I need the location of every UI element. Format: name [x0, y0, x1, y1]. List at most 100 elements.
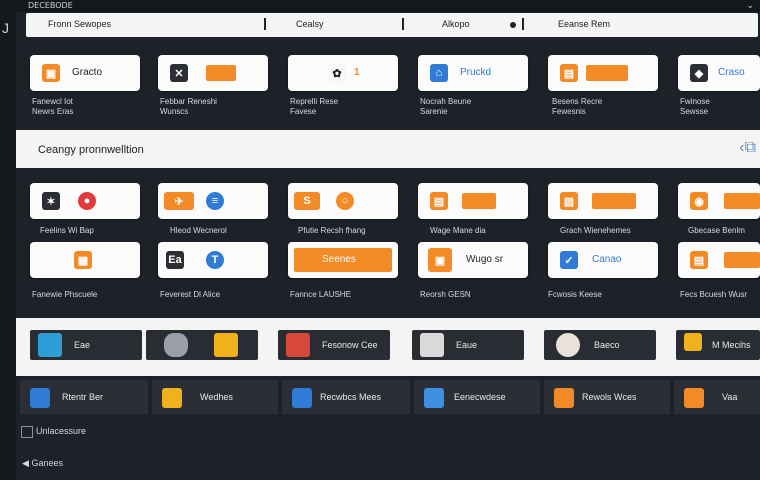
- grid-caption: Reorsh GESN: [420, 290, 471, 299]
- badge-icon: ✿: [328, 64, 346, 82]
- app-icon: ▤: [560, 64, 578, 82]
- checkbox[interactable]: [21, 426, 33, 438]
- app-icon: [684, 333, 702, 351]
- cloud-icon: [164, 333, 188, 357]
- grid-caption: Grach Wienehemes: [560, 226, 631, 235]
- grid-card-r1-1[interactable]: ✈ ≡: [158, 183, 268, 219]
- app-icon: [214, 333, 238, 357]
- rail-item-2[interactable]: Fesonow Cee: [278, 330, 390, 360]
- grid-card-r2-3[interactable]: ▣ Wugo sr: [418, 242, 528, 278]
- tab-1[interactable]: Cealsy: [296, 19, 324, 29]
- app-card-0[interactable]: ▣ Gracto: [30, 55, 140, 91]
- app-icon: [30, 388, 50, 408]
- grid-card-r2-2[interactable]: Seenes: [288, 242, 398, 278]
- grid-caption: Feelins Wi Bap: [40, 226, 94, 235]
- grid-caption: Fanewie Phscuele: [32, 290, 98, 299]
- rail-item-1[interactable]: [146, 330, 258, 360]
- rail-item-3[interactable]: Eaue: [412, 330, 524, 360]
- category-bar: Ceangy pronnwelltion ‹⧉: [16, 130, 760, 168]
- app-label: Seenes: [322, 254, 356, 265]
- grid-card-r2-1[interactable]: Ea T: [158, 242, 268, 278]
- chevron-icon[interactable]: ⌄: [746, 0, 754, 11]
- dot-icon: [510, 22, 516, 28]
- strip-item-1[interactable]: Wedhes: [152, 380, 278, 414]
- separator: [402, 18, 404, 30]
- grid-caption: Gbecase Benlm: [688, 226, 745, 235]
- rail-item-0[interactable]: Eae: [30, 330, 142, 360]
- tab-bar: Fronn Sewopes Cealsy Alkopo Eeanse Rem: [26, 13, 758, 37]
- app-icon: T: [206, 251, 224, 269]
- tools-icon: ✕: [170, 64, 188, 82]
- home-icon: ⌂: [430, 64, 448, 82]
- app-icon: [292, 388, 312, 408]
- label-pill: [462, 193, 496, 209]
- app-label: Pruckd: [460, 67, 492, 78]
- label-pill: [206, 65, 236, 81]
- separator: [522, 18, 524, 30]
- app-caption: Reprelli Rese Favese: [290, 97, 339, 116]
- app-icon: ▥: [560, 192, 578, 210]
- app-icon: ◆: [690, 64, 708, 82]
- app-row: ▣ Gracto ✕ ✿ 1 ⌂ Pruckd ▤ ◆ Craso Fanewc…: [16, 37, 760, 129]
- app-rail: Eae Fesonow Cee Eaue Baeco M Mecihs: [16, 318, 760, 376]
- app-icon: [420, 333, 444, 357]
- grid-card-r2-4[interactable]: ✓ Canao: [548, 242, 658, 278]
- app-icon: ●: [78, 192, 96, 210]
- app-caption: Fanewcl Iot Newrs Eras: [32, 97, 74, 116]
- strip-item-3[interactable]: Eenecwdese: [414, 380, 540, 414]
- grid-card-r1-5[interactable]: ◉: [678, 183, 760, 219]
- footer-label[interactable]: ◀ Ganees: [22, 458, 63, 469]
- grid-caption: Fecs Bcuesh Wusr: [680, 290, 747, 299]
- app-icon: Ea: [166, 251, 184, 269]
- strip-item-5[interactable]: Vaa: [674, 380, 760, 414]
- label-pill: [724, 252, 760, 268]
- rail-item-5[interactable]: M Mecihs: [676, 330, 760, 360]
- window-title: DECEBODE: [28, 1, 73, 10]
- app-caption: Febbar Reneshi Wunscs: [160, 97, 217, 116]
- nav-arrows-icon[interactable]: ‹⧉: [739, 139, 756, 157]
- grid-caption: Pfutie Recsh fhang: [298, 226, 366, 235]
- app-icon: ▤: [430, 192, 448, 210]
- back-icon: ◀: [22, 458, 29, 468]
- tab-2[interactable]: Alkopo: [442, 19, 470, 29]
- menu-icon[interactable]: J: [2, 20, 9, 36]
- grid-caption: Fcwosis Keese: [548, 290, 602, 299]
- tab-0[interactable]: Fronn Sewopes: [48, 19, 111, 29]
- avatar: [556, 333, 580, 357]
- app-icon: ◉: [690, 192, 708, 210]
- app-icon: ▣: [428, 248, 452, 272]
- tab-3[interactable]: Eeanse Rem: [558, 19, 610, 29]
- grid-card-r1-3[interactable]: ▤: [418, 183, 528, 219]
- rail-item-4[interactable]: Baeco: [544, 330, 656, 360]
- grid-card-r1-4[interactable]: ▥: [548, 183, 658, 219]
- app-label: 1: [354, 67, 360, 78]
- grid-caption: Feverest Dl Alice: [160, 290, 221, 299]
- grid-caption: Fannce LAUSHE: [290, 290, 351, 299]
- app-icon: [684, 388, 704, 408]
- app-icon: ○: [336, 192, 354, 210]
- label-pill: [724, 193, 760, 209]
- app-icon: S: [294, 192, 320, 210]
- app-card-3[interactable]: ⌂ Pruckd: [418, 55, 528, 91]
- grid-card-r2-5[interactable]: ▤: [678, 242, 760, 278]
- grid-card-r2-0[interactable]: ▦: [30, 242, 140, 278]
- app-card-2[interactable]: ✿ 1: [288, 55, 398, 91]
- strip-item-4[interactable]: Rewols Wces: [544, 380, 670, 414]
- category-title: Ceangy pronnwelltion: [38, 144, 144, 156]
- strip-item-2[interactable]: Recwbcs Mees: [282, 380, 410, 414]
- app-icon: [286, 333, 310, 357]
- app-icon: ▦: [74, 251, 92, 269]
- app-caption: Fwinose Sewsse: [680, 97, 710, 116]
- label-pill: [586, 65, 628, 81]
- app-card-1[interactable]: ✕: [158, 55, 268, 91]
- app-card-4[interactable]: ▤: [548, 55, 658, 91]
- app-icon: ▤: [690, 251, 708, 269]
- grid-card-r1-2[interactable]: S ○: [288, 183, 398, 219]
- app-label: Wugo sr: [466, 254, 504, 265]
- app-icon: ▣: [42, 64, 60, 82]
- app-icon: [38, 333, 62, 357]
- strip-item-0[interactable]: Rtentr Ber: [20, 380, 148, 414]
- app-card-5[interactable]: ◆ Craso: [678, 55, 760, 91]
- grid-card-r1-0[interactable]: ✶ ●: [30, 183, 140, 219]
- app-icon: [424, 388, 444, 408]
